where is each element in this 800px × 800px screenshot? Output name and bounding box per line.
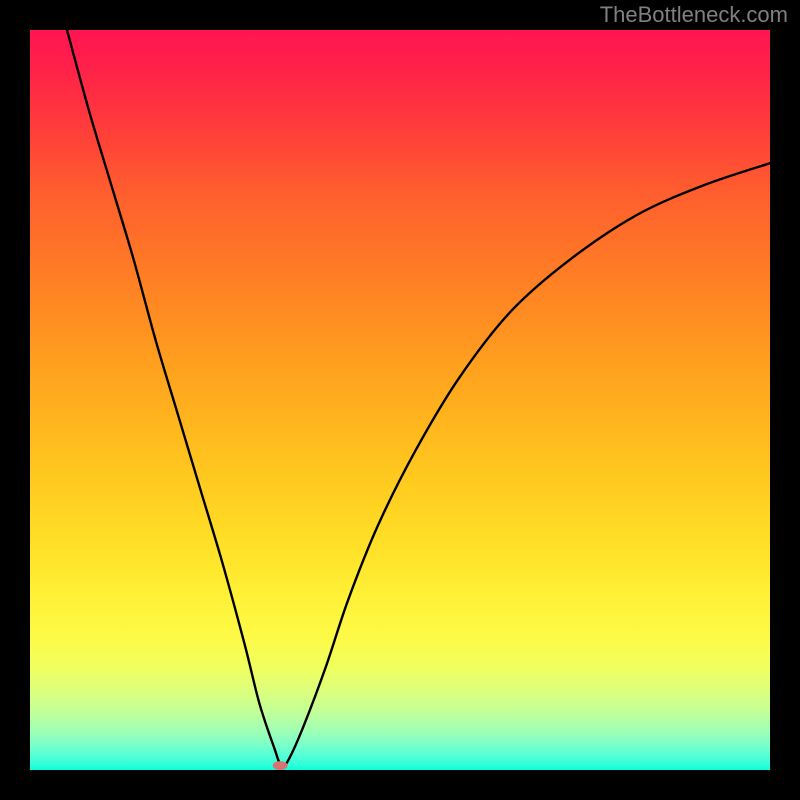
bottleneck-curve-path <box>67 30 770 767</box>
chart-frame: TheBottleneck.com <box>0 0 800 800</box>
watermark-text: TheBottleneck.com <box>600 2 788 28</box>
bottleneck-curve-svg <box>30 30 770 770</box>
minimum-marker <box>273 761 288 770</box>
plot-area <box>30 30 770 770</box>
